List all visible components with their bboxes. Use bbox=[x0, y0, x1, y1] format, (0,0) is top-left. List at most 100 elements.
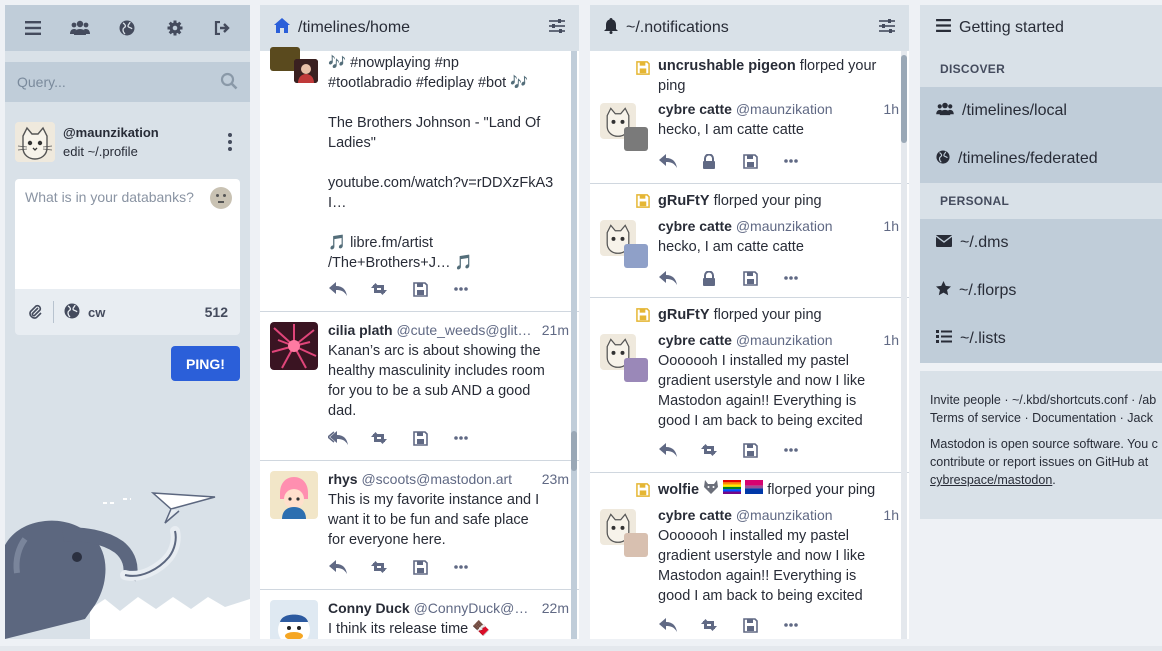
more-icon[interactable] bbox=[781, 440, 801, 460]
notification-card[interactable]: gRuFtY florped your ping cybre catte @ma… bbox=[590, 184, 909, 298]
avatar-overlay[interactable] bbox=[624, 127, 648, 151]
boost-icon[interactable] bbox=[369, 557, 389, 577]
display-name[interactable]: Conny Duck bbox=[328, 600, 410, 616]
relative-time[interactable]: 1h bbox=[879, 507, 899, 523]
boost-icon[interactable] bbox=[369, 428, 389, 448]
lock-icon[interactable] bbox=[699, 151, 719, 171]
scrollbar-track[interactable] bbox=[571, 51, 577, 639]
notification-card[interactable]: gRuFtY florped your ping cybre catte @ma… bbox=[590, 298, 909, 473]
avatar-overlay[interactable] bbox=[624, 533, 648, 557]
account-handle[interactable]: @maunzikation bbox=[736, 507, 833, 523]
reply-icon[interactable] bbox=[658, 268, 678, 288]
notification-actor[interactable]: uncrushable pigeon bbox=[658, 58, 796, 74]
content-link[interactable]: youtube.com/watch?v=rDDXzFkA3 bbox=[328, 173, 569, 193]
more-icon[interactable] bbox=[451, 279, 471, 299]
save-icon[interactable] bbox=[740, 440, 760, 460]
account-menu-icon[interactable] bbox=[220, 133, 240, 151]
nav-item-federated-timeline[interactable]: /timelines/federated bbox=[920, 135, 1162, 183]
home-column-header[interactable]: /timelines/home bbox=[260, 5, 579, 51]
logout-icon[interactable] bbox=[202, 8, 242, 48]
github-repo-link[interactable]: cybrespace/mastodon bbox=[930, 473, 1052, 487]
notification-card[interactable]: uncrushable pigeon florped your ping cyb… bbox=[590, 51, 909, 184]
notification-actor[interactable]: gRuFtY bbox=[658, 307, 710, 323]
display-name[interactable]: cybre catte bbox=[658, 218, 732, 234]
status-textarea[interactable]: What is in your databanks? bbox=[15, 179, 240, 289]
reply-icon[interactable] bbox=[328, 279, 348, 299]
reply-icon[interactable] bbox=[328, 557, 348, 577]
lock-icon[interactable] bbox=[699, 268, 719, 288]
more-icon[interactable] bbox=[451, 557, 471, 577]
more-icon[interactable] bbox=[781, 615, 801, 635]
account-handle[interactable]: @maunzikation bbox=[736, 218, 833, 234]
status-card[interactable]: Conny Duck @ConnyDuck@… 22m I think its … bbox=[260, 590, 579, 639]
account-handle[interactable]: @maunzikation bbox=[736, 101, 833, 117]
globe-icon[interactable] bbox=[107, 8, 147, 48]
nav-item-local-timeline[interactable]: /timelines/local bbox=[920, 87, 1162, 135]
save-icon[interactable] bbox=[410, 279, 430, 299]
paperclip-icon[interactable] bbox=[27, 303, 43, 322]
boost-icon[interactable] bbox=[369, 279, 389, 299]
save-icon[interactable] bbox=[410, 428, 430, 448]
notifications-column-header[interactable]: ~/.notifications bbox=[590, 5, 909, 51]
emoji-picker-icon[interactable] bbox=[210, 187, 232, 209]
nav-item-florps[interactable]: ~/.florps bbox=[920, 267, 1162, 315]
more-icon[interactable] bbox=[781, 151, 801, 171]
save-icon[interactable] bbox=[740, 615, 760, 635]
avatar[interactable] bbox=[270, 471, 318, 519]
account-handle[interactable]: @ConnyDuck@… bbox=[414, 600, 529, 616]
relative-time[interactable]: 22m bbox=[537, 600, 569, 616]
save-icon[interactable] bbox=[740, 268, 760, 288]
edit-profile-link[interactable]: edit ~/.profile bbox=[63, 144, 220, 159]
content-warning-button[interactable]: cw bbox=[88, 305, 105, 320]
more-icon[interactable] bbox=[781, 268, 801, 288]
menu-icon[interactable] bbox=[13, 8, 53, 48]
reply-icon[interactable] bbox=[658, 440, 678, 460]
boost-icon[interactable] bbox=[699, 440, 719, 460]
save-icon[interactable] bbox=[740, 151, 760, 171]
boost-icon[interactable] bbox=[699, 615, 719, 635]
privacy-globe-icon[interactable] bbox=[64, 303, 80, 322]
account-handle[interactable]: @maunzikation bbox=[736, 332, 833, 348]
avatar[interactable] bbox=[15, 122, 55, 162]
avatar-overlay[interactable] bbox=[294, 59, 318, 83]
content-link[interactable]: 🎵 libre.fm/artist bbox=[328, 233, 569, 253]
gear-icon[interactable] bbox=[155, 8, 195, 48]
scrollbar-thumb[interactable] bbox=[571, 431, 577, 471]
avatar[interactable] bbox=[270, 322, 318, 370]
search-input[interactable]: Query... bbox=[5, 62, 250, 102]
scrollbar-thumb[interactable] bbox=[901, 55, 907, 143]
relative-time[interactable]: 1h bbox=[879, 332, 899, 348]
publish-button[interactable]: PING! bbox=[171, 346, 240, 381]
reply-icon[interactable] bbox=[658, 151, 678, 171]
display-name[interactable]: cilia plath bbox=[328, 322, 393, 338]
nav-item-lists[interactable]: ~/.lists bbox=[920, 315, 1162, 363]
relative-time[interactable]: 21m bbox=[537, 322, 569, 338]
display-name[interactable]: cybre catte bbox=[658, 507, 732, 523]
column-settings-icon[interactable] bbox=[549, 18, 565, 38]
reply-all-icon[interactable] bbox=[328, 428, 348, 448]
avatar[interactable] bbox=[270, 600, 318, 639]
horizontal-scrollbar[interactable] bbox=[0, 646, 1162, 651]
display-name[interactable]: rhys bbox=[328, 471, 358, 487]
account-handle[interactable]: @cute_weeds@glit… bbox=[396, 322, 531, 338]
notification-actor[interactable]: gRuFtY bbox=[658, 193, 710, 209]
account-handle[interactable]: @maunzikation bbox=[63, 125, 220, 140]
avatar-overlay[interactable] bbox=[624, 358, 648, 382]
notification-card[interactable]: wolfie florped your ping cybre catte @ma… bbox=[590, 473, 909, 639]
nav-item-direct-messages[interactable]: ~/.dms bbox=[920, 219, 1162, 267]
status-card[interactable]: cilia plath @cute_weeds@glit… 21m Kanan’… bbox=[260, 312, 579, 461]
status-card[interactable]: 🎶 #nowplaying #np #tootlabradio #fedipla… bbox=[260, 47, 579, 312]
relative-time[interactable]: 1h bbox=[879, 218, 899, 234]
column-settings-icon[interactable] bbox=[879, 18, 895, 38]
footer-links-row[interactable]: Terms of service · Documentation · Jack bbox=[930, 411, 1153, 425]
notification-actor[interactable]: wolfie bbox=[658, 482, 699, 498]
more-icon[interactable] bbox=[451, 428, 471, 448]
local-timeline-icon[interactable] bbox=[60, 8, 100, 48]
footer-links-row[interactable]: Invite people · ~/.kbd/shortcuts.conf · … bbox=[930, 393, 1156, 407]
save-icon[interactable] bbox=[410, 557, 430, 577]
relative-time[interactable]: 23m bbox=[537, 471, 569, 487]
avatar-overlay[interactable] bbox=[624, 244, 648, 268]
status-card[interactable]: rhys @scoots@mastodon.art 23m This is my… bbox=[260, 461, 579, 590]
display-name[interactable]: cybre catte bbox=[658, 332, 732, 348]
account-handle[interactable]: @scoots@mastodon.art bbox=[361, 471, 512, 487]
